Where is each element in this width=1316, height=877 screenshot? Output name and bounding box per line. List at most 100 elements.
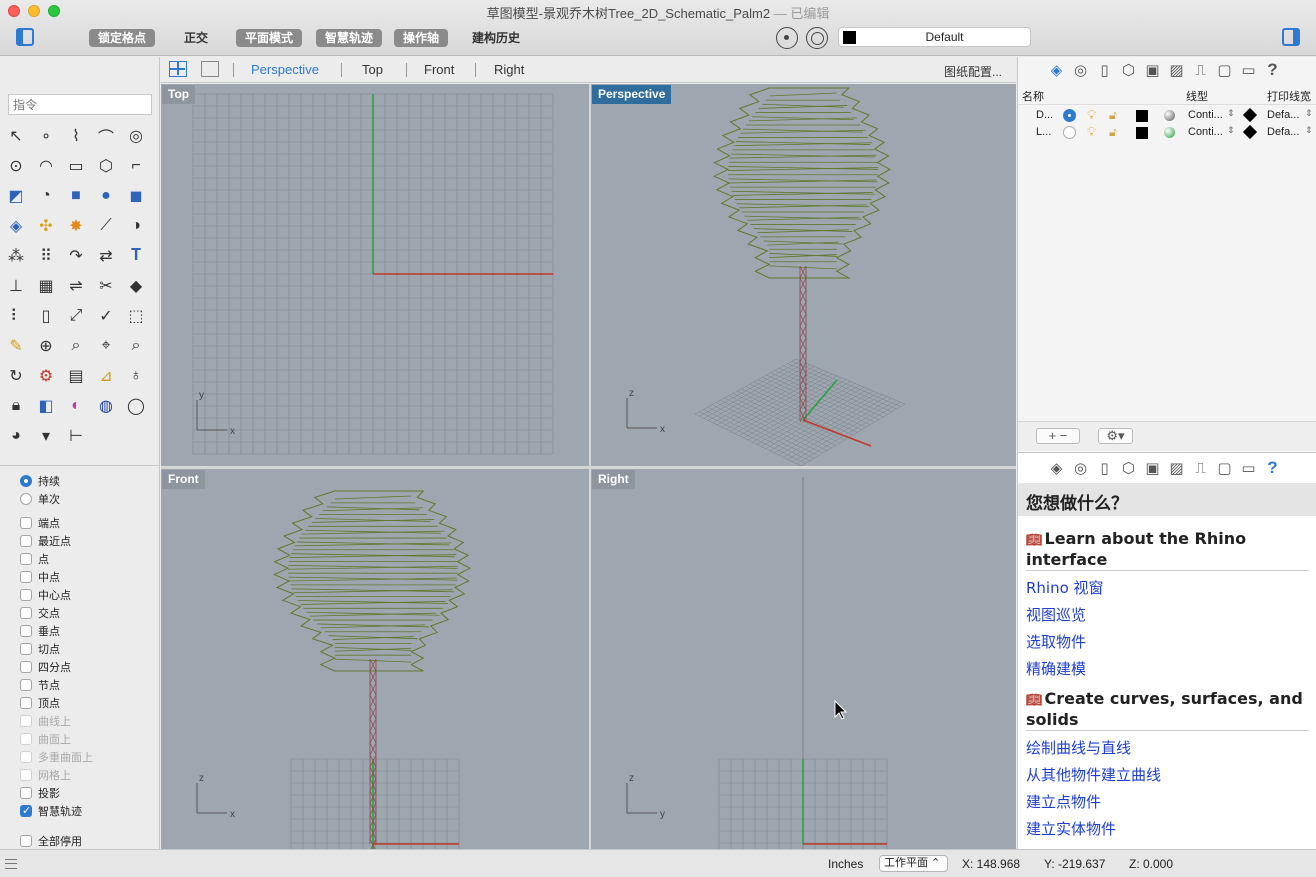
chevron-updown-icon[interactable]: ⇕ [1227, 125, 1235, 136]
cplane-select[interactable]: 工作平面 ⌃ [879, 855, 948, 872]
viewport-perspective[interactable]: xz Perspective [591, 84, 1016, 466]
checkbox-icon[interactable] [20, 661, 32, 673]
toolbar-button-4[interactable]: 操作轴 [394, 29, 449, 47]
monitor-icon[interactable]: ▭ [1238, 458, 1259, 478]
lightbulb-icon[interactable]: 💡︎ [1087, 124, 1096, 140]
viewport-front-label[interactable]: Front [162, 470, 205, 489]
help-link[interactable]: 视图巡览 [1026, 604, 1086, 625]
curve-icon[interactable]: ⌒ [93, 123, 119, 149]
object-icon[interactable]: ⬡ [1118, 458, 1139, 478]
pan-icon[interactable]: ⌕ [123, 333, 149, 359]
zoom-window-icon[interactable]: ⌕ [63, 333, 89, 359]
osnap-mode-option[interactable]: 单次 [20, 490, 60, 508]
viewport-right[interactable]: yz Right [591, 469, 1016, 849]
polyline-icon[interactable]: ⌇ [63, 123, 89, 149]
page-icon[interactable]: ▢ [1214, 60, 1235, 80]
toolbar-button-0[interactable]: 锁定格点 [89, 29, 156, 47]
rotate-view-icon[interactable]: ↻ [3, 363, 29, 389]
circle-icon[interactable]: ◎ [123, 123, 149, 149]
layer-print-width[interactable]: Defa... [1267, 126, 1299, 138]
layout-icon[interactable]: ⎍ [1190, 60, 1211, 80]
tab-front[interactable]: Front [424, 62, 454, 77]
add-remove-layer-button[interactable]: + − [1036, 428, 1080, 444]
mesh-icon[interactable]: ▤ [63, 363, 89, 389]
help-link[interactable]: 精确建模 [1026, 658, 1086, 679]
lock-icon[interactable]: 🔓︎ [1109, 125, 1117, 140]
lock-icon[interactable]: 🔒︎ [3, 393, 29, 419]
color-wheel-icon[interactable]: ◐ [63, 393, 89, 419]
camera-icon[interactable]: ▣ [1142, 458, 1163, 478]
trim-icon[interactable]: ⟋ [93, 213, 119, 239]
cylinder-icon[interactable]: ◼︎ [123, 183, 149, 209]
tab-right[interactable]: Right [494, 62, 524, 77]
zoom-icon[interactable]: ⊕ [33, 333, 59, 359]
help-icon[interactable]: ? [1262, 458, 1283, 478]
toolbar-button-2[interactable]: 平面模式 [236, 29, 303, 47]
sphere-icon[interactable]: ● [93, 183, 119, 209]
help-link[interactable]: 选取物件 [1026, 631, 1086, 652]
fillet-icon[interactable]: ⌐ [123, 153, 149, 179]
layer-color-swatch[interactable] [1136, 110, 1148, 122]
help-link[interactable]: Rhino 视窗 [1026, 577, 1104, 598]
help-link[interactable]: 建立点物件 [1026, 791, 1101, 812]
car-icon[interactable]: ⚙ [33, 363, 59, 389]
checkbox-icon[interactable] [20, 535, 32, 547]
check-icon[interactable]: ✓ [93, 303, 119, 329]
command-history-menu-icon[interactable] [5, 859, 17, 869]
monitor-icon[interactable]: ▭ [1238, 60, 1259, 80]
checkbox-icon[interactable] [20, 787, 32, 799]
extrude-icon[interactable]: ◔ [33, 183, 59, 209]
osnap-item[interactable]: 全部停用 [20, 832, 82, 850]
right-sidebar-toggle-icon[interactable] [1282, 28, 1300, 46]
osnap-item[interactable]: 顶点 [20, 694, 60, 712]
tree-icon[interactable]: ⊢ [63, 423, 89, 449]
point-icon[interactable]: ∘ [33, 123, 59, 149]
layer-icon[interactable]: ◧ [33, 393, 59, 419]
document-icon[interactable]: ▯ [1094, 458, 1115, 478]
checkbox-icon[interactable] [20, 697, 32, 709]
osnap-item[interactable]: 端点 [20, 514, 60, 532]
align-icon[interactable]: ⇌ [63, 273, 89, 299]
viewport-top[interactable]: xy Top [161, 84, 589, 466]
checkbox-icon[interactable] [20, 607, 32, 619]
puzzle-icon[interactable]: ✣ [33, 213, 59, 239]
chevron-updown-icon[interactable]: ⇕ [1227, 108, 1235, 119]
array-icon[interactable]: ⠿ [33, 243, 59, 269]
layer-color-swatch[interactable] [1136, 127, 1148, 139]
checkbox-icon[interactable] [20, 679, 32, 691]
material-dot-icon[interactable] [1164, 127, 1175, 138]
checkbox-icon[interactable] [20, 553, 32, 565]
four-viewports-icon[interactable] [169, 61, 187, 77]
osnap-item[interactable]: 点 [20, 550, 49, 568]
bounding-icon[interactable]: ▯ [33, 303, 59, 329]
rectangle-icon[interactable]: ▭ [63, 153, 89, 179]
osnap-item[interactable]: 投影 [20, 784, 60, 802]
help-icon[interactable]: ? [1262, 60, 1283, 80]
layer-print-width[interactable]: Defa... [1267, 109, 1299, 121]
mirror-icon[interactable]: ⇄ [93, 243, 119, 269]
analyze-icon[interactable]: ⊿ [93, 363, 119, 389]
paint-icon[interactable]: ✎ [3, 333, 29, 359]
tab-perspective[interactable]: Perspective [251, 62, 319, 77]
grid-array-icon[interactable]: ⠇ [3, 303, 29, 329]
text-icon[interactable]: 𝐓 [123, 243, 149, 269]
radio-icon[interactable] [20, 475, 32, 487]
lock-icon[interactable]: 🔓︎ [1109, 108, 1117, 123]
box-icon[interactable]: ■ [63, 183, 89, 209]
cut-icon[interactable]: ✂ [93, 273, 119, 299]
layer-name[interactable]: D... [1036, 109, 1053, 121]
pointer-icon[interactable]: ▾ [33, 423, 59, 449]
material-icon[interactable]: ▨ [1166, 458, 1187, 478]
display-icon[interactable]: ◎ [1070, 458, 1091, 478]
layer-name[interactable]: L... [1036, 126, 1051, 138]
osnap-item[interactable]: 智慧轨迹 [20, 802, 82, 820]
osnap-item[interactable]: 切点 [20, 640, 60, 658]
explode-icon[interactable]: ✸ [63, 213, 89, 239]
osnap-mode-option[interactable]: 持续 [20, 472, 60, 490]
boolean-icon[interactable]: ◑ [123, 213, 149, 239]
ellipse-icon[interactable]: ⊙ [3, 153, 29, 179]
layer-options-gear-icon[interactable]: ⚙︎▾ [1098, 428, 1133, 444]
print-width-header[interactable]: 打印线宽 [1267, 88, 1311, 104]
checkbox-icon[interactable] [20, 571, 32, 583]
solid-edit-icon[interactable]: ◆ [123, 273, 149, 299]
